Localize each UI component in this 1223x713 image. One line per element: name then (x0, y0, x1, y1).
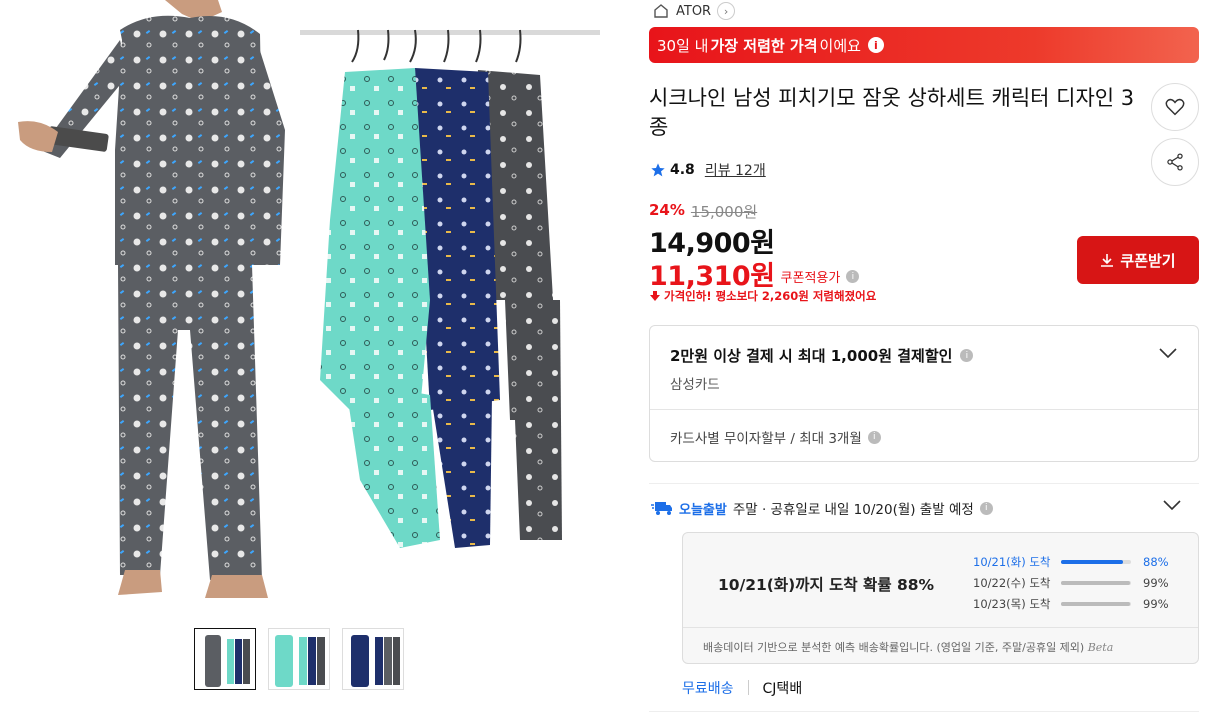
chevron-down-icon[interactable] (1162, 498, 1182, 512)
probability-bar-fill (1061, 580, 1131, 585)
arrow-down-icon (650, 291, 660, 301)
probability-row: 10/21(화) 도착 88% (973, 551, 1183, 572)
delivery-probability-list: 10/21(화) 도착 88% 10/22(수) 도착 99% 10/23(목)… (973, 551, 1183, 614)
banner-bold-text: 가장 저렴한 가격 (710, 36, 818, 55)
star-icon (651, 163, 665, 177)
probability-percent: 99% (1143, 596, 1169, 611)
price-drop-text: 가격인하! 평소보다 2,260원 저렴해졌어요 (664, 289, 877, 303)
truck-icon (651, 502, 672, 515)
heart-icon (1165, 98, 1185, 116)
thumbnail-3-image (343, 629, 403, 689)
free-shipping-label: 무료배송 (682, 681, 734, 697)
coupon-button-label: 쿠폰받기 (1120, 251, 1176, 270)
download-icon (1101, 254, 1114, 267)
probability-bar (1061, 601, 1131, 606)
original-price: 15,000원 (690, 203, 758, 221)
chevron-down-icon[interactable] (1158, 346, 1178, 360)
footnote-text: 배송데이터 기반으로 분석한 예측 배송확률입니다. (영업일 기준, 주말/공… (703, 641, 1085, 654)
probability-bar-fill (1061, 601, 1131, 606)
dispatch-schedule-text: 주말 · 공휴일로 내일 10/20(월) 출발 예정 (732, 502, 974, 518)
info-icon[interactable]: i (979, 501, 993, 515)
share-button[interactable] (1151, 138, 1199, 186)
coupon-price-label: 쿠폰적용가 (780, 271, 841, 286)
thumbnail-list (194, 628, 404, 690)
price-drop-note: 가격인하! 평소보다 2,260원 저렴해졌어요 (649, 288, 876, 304)
thumbnail-1[interactable] (194, 628, 256, 690)
coupon-download-button[interactable]: 쿠폰받기 (1077, 236, 1199, 284)
brand-link[interactable]: ATOR › (652, 0, 736, 22)
brand-name: ATOR (676, 3, 712, 19)
probability-date: 10/21(화) 도착 (973, 554, 1051, 569)
review-count-link[interactable]: 리뷰 12개 (705, 160, 766, 180)
delivery-headline: 10/21(화)까지 도착 확률 88% (718, 576, 935, 594)
wishlist-button[interactable] (1151, 83, 1199, 131)
card-discount-title: 2만원 이상 결제 시 최대 1,000원 결제할인 (670, 347, 953, 365)
probability-bar (1061, 559, 1131, 564)
probability-percent: 88% (1143, 554, 1169, 569)
probability-row: 10/22(수) 도착 99% (973, 572, 1183, 593)
probability-date: 10/22(수) 도착 (973, 575, 1051, 590)
divider (650, 409, 1198, 410)
carrier-name: CJ택배 (762, 681, 803, 697)
info-icon[interactable]: i (867, 37, 884, 53)
delivery-probability-box: 10/21(화)까지 도착 확률 88% 10/21(화) 도착 88% 10/… (682, 532, 1199, 664)
probability-percent: 99% (1143, 575, 1169, 590)
card-discount-title-row: 2만원 이상 결제 시 최대 1,000원 결제할인 i (670, 345, 974, 366)
divider (649, 483, 1199, 484)
probability-date: 10/23(목) 도착 (973, 596, 1051, 611)
installment-row: 카드사별 무이자할부 / 최대 3개월 i (670, 427, 881, 447)
home-icon (654, 4, 668, 18)
info-icon[interactable]: i (960, 349, 974, 362)
divider (649, 711, 1199, 712)
divider (683, 627, 1198, 628)
shipping-carrier-row: 무료배송 CJ택배 (682, 678, 802, 698)
discount-rate: 24% (649, 201, 685, 219)
card-name: 삼성카드 (670, 377, 720, 393)
installment-text: 카드사별 무이자할부 / 최대 3개월 (670, 431, 862, 447)
shipping-header: 오늘출발 주말 · 공휴일로 내일 10/20(월) 출발 예정 i (651, 498, 993, 518)
delivery-footnote: 배송데이터 기반으로 분석한 예측 배송확률입니다. (영업일 기준, 주말/공… (703, 639, 1113, 655)
beta-label: Beta (1087, 641, 1114, 654)
banner-prefix: 30일 내 (657, 36, 709, 55)
probability-row: 10/23(목) 도착 99% (973, 593, 1183, 614)
divider (747, 680, 749, 695)
thumbnail-2[interactable] (268, 628, 330, 690)
today-dispatch-tag: 오늘출발 (679, 502, 727, 518)
card-benefit-box[interactable]: 2만원 이상 결제 시 최대 1,000원 결제할인 i 삼성카드 카드사별 무… (649, 325, 1199, 462)
thumbnail-3[interactable] (342, 628, 404, 690)
banner-suffix: 이에요 (819, 36, 861, 55)
info-icon[interactable]: i (867, 430, 881, 444)
lowest-price-banner: 30일 내 가장 저렴한 가격 이에요 i (649, 27, 1199, 63)
probability-bar-fill (1061, 559, 1123, 564)
pajama-photo-illustration (18, 0, 600, 598)
thumbnail-1-image (195, 629, 255, 689)
rating-summary: 4.8 리뷰 12개 (650, 160, 766, 180)
chevron-right-icon: › (717, 2, 736, 20)
main-product-image (0, 0, 600, 598)
share-icon (1167, 153, 1183, 171)
thumbnail-2-image (269, 629, 329, 689)
info-icon[interactable]: i (846, 270, 860, 283)
product-title: 시크나인 남성 피치기모 잠옷 상하세트 캐릭터 디자인 3종 (649, 86, 1135, 139)
discount-line: 24% 15,000원 (649, 201, 757, 222)
probability-bar (1061, 580, 1131, 585)
rating-score: 4.8 (670, 162, 695, 178)
